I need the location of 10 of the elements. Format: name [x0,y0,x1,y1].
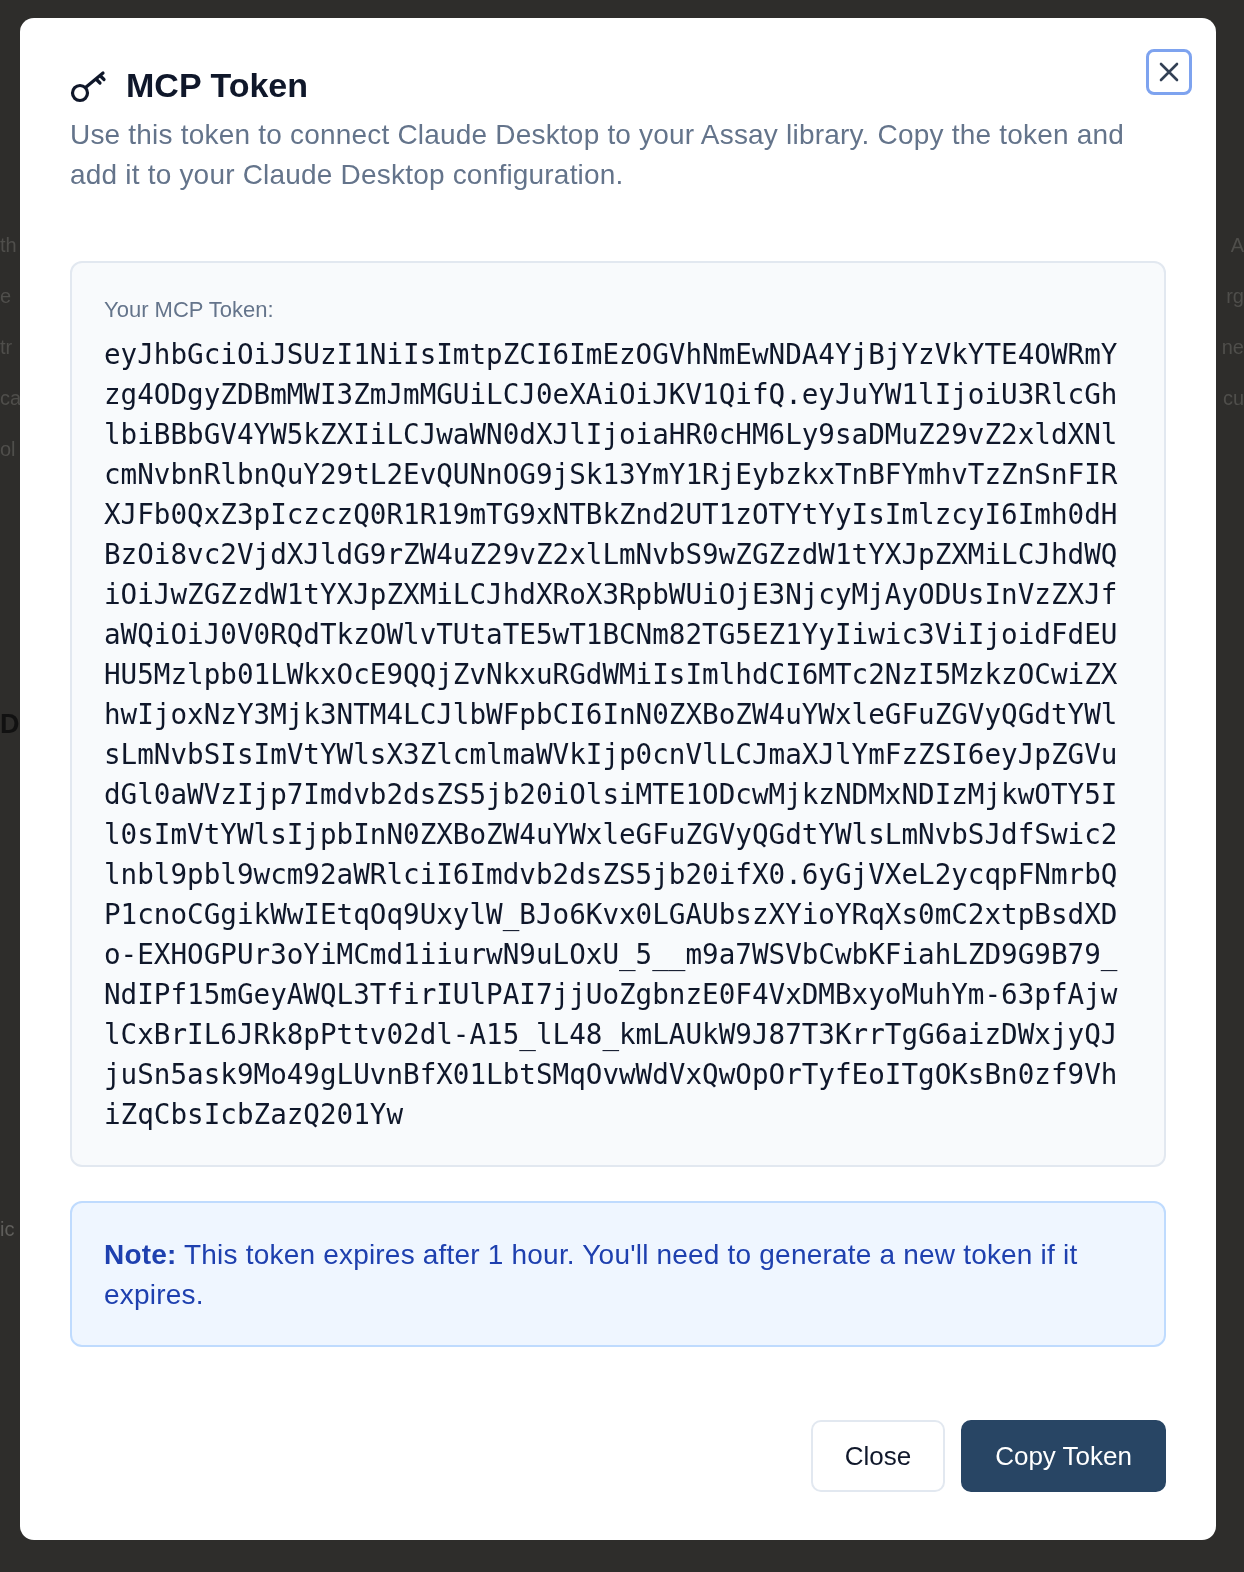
dialog-description: Use this token to connect Claude Desktop to your Assay library. Copy the token and add it to your Claude Desktop configuration. [70,118,1125,192]
close-icon [1158,60,1180,83]
token-label: Your MCP Token: [104,297,275,323]
copy-button[interactable]: Copy Token [961,1420,1166,1492]
dialog-title: MCP Token [126,66,308,105]
expiry-note: Note: This token expires after 1 hour. You'll need to generate a new token if it expires. [70,1201,1166,1347]
key-icon [70,68,108,103]
close-button[interactable] [1146,48,1192,95]
token-text: eyJhbGciOiJSUzI1NiIsImtpZCI6ImEzOGVhNmEwNDA4YjBjYzVkYTE4OWRmYzg4ODgyZDBmMWI3ZmJmMGUiLCJ0eXAiOiJKV1QifQ.eyJuYW1lIjoiU3RlcGhlbiBBbGV4YW5kZXIiLCJwaWN0dXJlIjoiaHR0cHM6Ly9saDMuZ29vZ2xldXNlcmNvbnRlbnQuY29tL2EvQUNnOG9jSk13YmY1RjEybzkxTnBFYmhvTzZnSnFIRXJFb0QxZ3pIczczQ0R1R19mTG9xNTBkZnd2UT1zOTYtYyIsImlzcyI6Imh0dHBzOi8vc2VjdXJldG9rZW4uZ29vZ2xlLmNvbS9wZGZzdW1tYXJpZXMiLCJhdWQiOiJwZGZzdW1tYXJpZXMiLCJhdXRoX3RpbWUiOjE3NjcyMjAyODUsInVzZXJfaWQiOiJ0V0RQdTkzOWlvTUtaTE5wT1BCNm82TG5EZ1YyIiwic3ViIjoidFdEUHU5Mzlpb01LWkxOcE9QQjZvNkxuRGdWMiIsImlhdCI6MTc2NzI5MzkzOCwiZXhwIjoxNzY3Mjk3NTM4LCJlbWFpbCI6InN0ZXBoZW4uYWxleGFuZGVyQGdtYWlsLmNvbSIsImVtYWlsX3ZlcmlmaWVkIjp0cnVlLCJmaXJlYmFzZSI6eyJpZGVudGl0aWVzIjp7Imdvb2dsZS5jb20iOlsiMTE1ODcwMjkzNDMxNDIzMjkwOTY5Il0sImVtYWlsIjpbInN0ZXBoZW4uYWxleGFuZGVyQGdtYWlsLmNvbSJdfSwic2lnbl9pbl9wcm92aWRlciI6Imdvb2dsZS5jb20ifX0.6yGjVXeL2ycqpFNmrbQP1cnoCGgikWwIEtqOq9UxylW_BJo6Kvx0LGAUbszXYioYRqXs0mC2xtpBsdXDo-EXHOGPUr3oYiMCmd1iiurwN9uLOxU_5__m9a7WSVbCwbKFiahLZD9G9B79_NdIPf15mGeyAWQL3TfirIUlPAI7jjUoZgbnzE0F4VxDMBxyoMuhYm-63pfAjwlCxBrIL6JRk8pPttv02dl-A15_lL48_kmLAUkW9J87T3KrrTgG6aizDWxjyQJjuSn5ask9Mo49gLUvnBfX01LbtSMqOvwWdVxQwOpOrTyfEoITgOKsBn0zf9VhiZqCbsIcbZazQ201Yw [104,337,1118,1133]
close-button[interactable]: Close [810,1420,946,1492]
